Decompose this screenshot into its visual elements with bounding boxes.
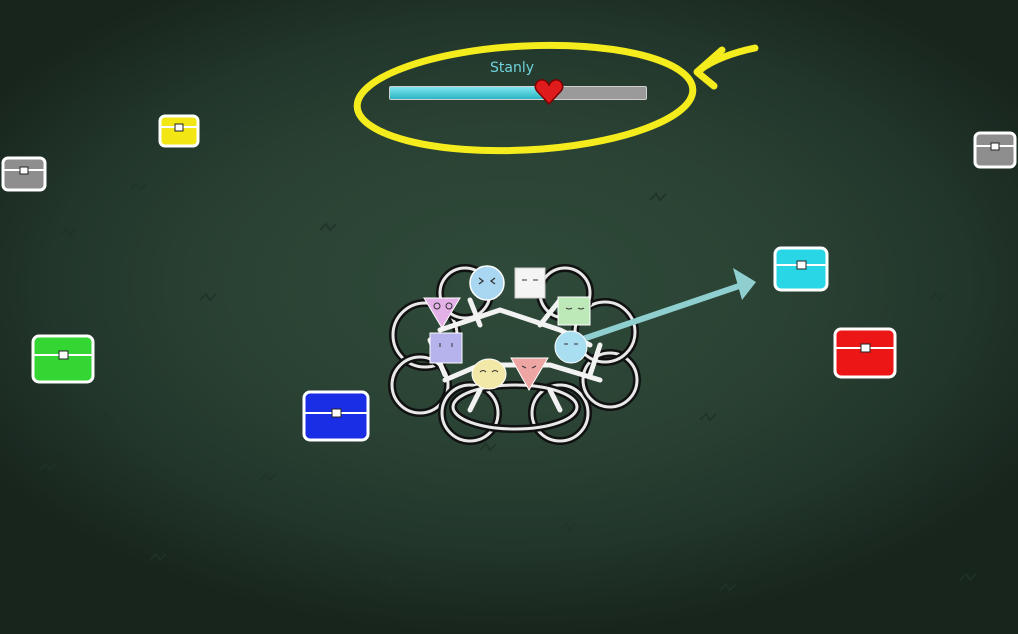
character-white-square (514, 267, 546, 299)
character-pink-triangle (423, 297, 461, 329)
character-yellow-blob (471, 358, 507, 390)
team-characters (423, 265, 591, 391)
character-salmon-triangle (510, 357, 549, 391)
character-green-square (557, 296, 591, 326)
character-purple-square (429, 332, 463, 364)
character-cyan-circle (554, 330, 588, 364)
game-scene: Stanly (0, 0, 1018, 634)
character-blue-circle (469, 265, 505, 301)
